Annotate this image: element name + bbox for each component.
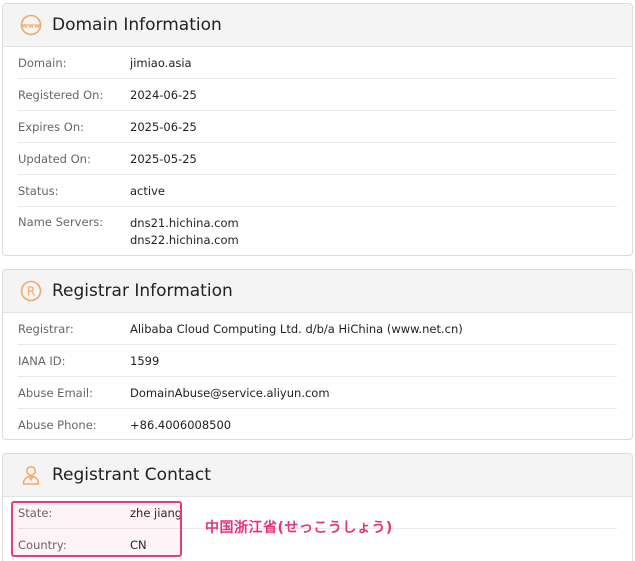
status-row: Status: active: [18, 175, 617, 207]
svg-text:www: www: [22, 22, 40, 30]
updated-on-row: Updated On: 2025-05-25: [18, 143, 617, 175]
name-server-item: dns21.hichina.com: [130, 216, 239, 230]
name-server-item: dns22.hichina.com: [130, 233, 239, 247]
row-label: Abuse Phone:: [18, 418, 97, 432]
www-globe-icon: www: [19, 13, 43, 37]
abuse-email-row: Abuse Email: DomainAbuse@service.aliyun.…: [18, 377, 617, 409]
registered-icon: R: [19, 279, 43, 303]
domain-information-title: Domain Information: [52, 15, 222, 35]
registrar-information-title: Registrar Information: [52, 281, 233, 301]
iana-id-row: IANA ID: 1599: [18, 345, 617, 377]
highlight-box: [11, 501, 182, 557]
registrar-information-panel: R Registrar Information Registrar: Aliba…: [2, 269, 633, 440]
registrar-row: Registrar: Alibaba Cloud Computing Ltd. …: [18, 313, 617, 345]
row-value: 2025-06-25: [130, 119, 197, 134]
registered-on-row: Registered On: 2024-06-25: [18, 79, 617, 111]
row-value: Alibaba Cloud Computing Ltd. d/b/a HiChi…: [130, 321, 463, 336]
row-label: IANA ID:: [18, 353, 66, 368]
row-value: 2024-06-25: [130, 87, 197, 102]
row-value: 2025-05-25: [130, 151, 197, 166]
row-label: Registrar:: [18, 321, 74, 336]
name-servers-row: Name Servers: dns21.hichina.com dns22.hi…: [18, 207, 617, 255]
domain-row: Domain: jimiao.asia: [18, 47, 617, 79]
row-label: Domain:: [18, 55, 67, 70]
row-value: +86.4006008500: [130, 418, 232, 432]
domain-information-header: www Domain Information: [3, 4, 632, 47]
row-value: 1599: [130, 353, 160, 368]
row-value: active: [130, 183, 165, 198]
row-value: jimiao.asia: [130, 55, 192, 70]
svg-text:R: R: [27, 285, 35, 299]
person-icon: [19, 463, 43, 487]
domain-information-panel: www Domain Information Domain: jimiao.as…: [2, 3, 633, 256]
row-label: Updated On:: [18, 151, 91, 166]
row-label: Expires On:: [18, 119, 84, 134]
row-label: Name Servers:: [18, 215, 104, 229]
abuse-phone-row: Abuse Phone: +86.4006008500: [18, 409, 617, 439]
annotation-text: 中国浙江省(せっこうしょう): [205, 520, 393, 536]
registrar-information-header: R Registrar Information: [3, 270, 632, 313]
row-label: Abuse Email:: [18, 385, 93, 400]
row-value: DomainAbuse@service.aliyun.com: [130, 385, 330, 400]
registrant-contact-title: Registrant Contact: [52, 465, 211, 485]
row-label: Registered On:: [18, 87, 104, 102]
expires-on-row: Expires On: 2025-06-25: [18, 111, 617, 143]
registrant-contact-header: Registrant Contact: [3, 454, 632, 497]
row-label: Status:: [18, 183, 59, 198]
name-servers-list: dns21.hichina.com dns22.hichina.com: [130, 215, 239, 249]
